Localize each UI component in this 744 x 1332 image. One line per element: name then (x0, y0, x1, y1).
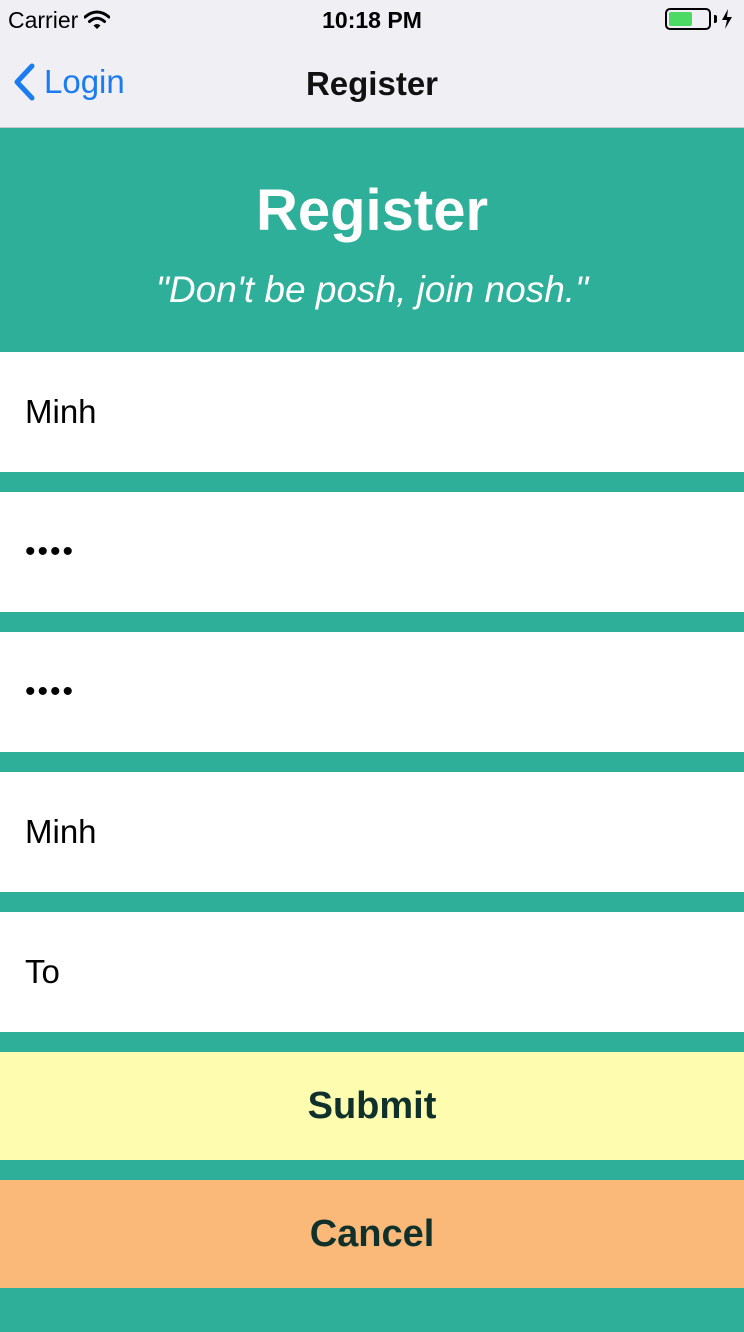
battery-level (669, 12, 692, 26)
first-name-field[interactable]: Minh (0, 772, 744, 892)
battery-indicator (665, 8, 734, 30)
username-field[interactable]: Minh (0, 352, 744, 472)
register-header: Register "Don't be posh, join nosh." (0, 128, 744, 352)
confirm-password-field[interactable]: •••• (0, 632, 744, 752)
page-title: Register (255, 178, 489, 243)
cancel-button[interactable]: Cancel (0, 1180, 744, 1288)
last-name-field[interactable]: To (0, 912, 744, 1032)
submit-button[interactable]: Submit (0, 1052, 744, 1160)
clock: 10:18 PM (322, 7, 422, 33)
battery-nub (714, 15, 717, 23)
tagline: "Don't be posh, join nosh." (155, 269, 589, 310)
battery-icon (665, 8, 711, 30)
charging-bolt-icon (722, 9, 732, 29)
password-field[interactable]: •••• (0, 492, 744, 612)
navigation-bar: Login Register (0, 40, 744, 128)
password-value: •••• (25, 535, 76, 568)
first-name-value: Minh (25, 813, 97, 850)
status-bar: Carrier 10:18 PM (0, 0, 744, 40)
nav-title: Register (305, 65, 439, 102)
confirm-password-value: •••• (25, 675, 76, 708)
username-value: Minh (25, 393, 97, 430)
last-name-value: To (25, 953, 60, 990)
